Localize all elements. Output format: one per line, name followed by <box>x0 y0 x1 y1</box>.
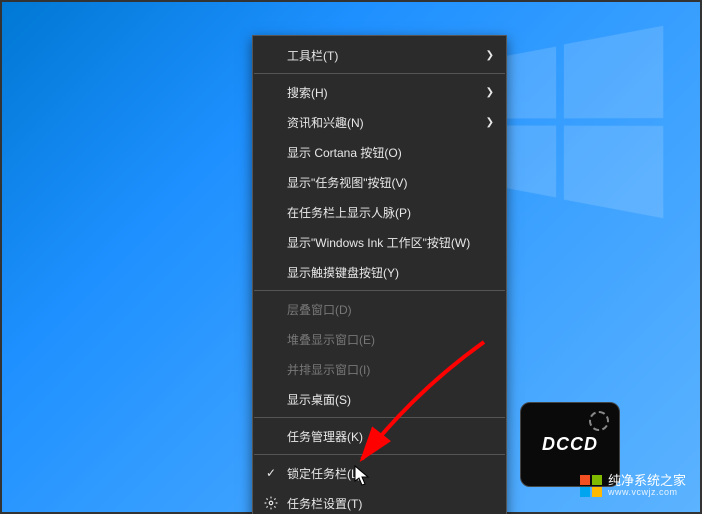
menu-taskbar-settings[interactable]: 任务栏设置(T) <box>253 488 506 514</box>
menu-label: 层叠窗口(D) <box>287 301 352 318</box>
menu-label: 堆叠显示窗口(E) <box>287 331 375 348</box>
chevron-right-icon: ❯ <box>486 87 494 98</box>
gear-icon <box>263 496 279 510</box>
menu-show-desktop[interactable]: 显示桌面(S) <box>253 384 506 414</box>
menu-show-task-view[interactable]: 显示"任务视图"按钮(V) <box>253 167 506 197</box>
menu-task-manager[interactable]: 任务管理器(K) <box>253 421 506 451</box>
menu-label: 资讯和兴趣(N) <box>287 114 364 131</box>
menu-label: 工具栏(T) <box>287 47 338 64</box>
watermark-title: 纯净系统之家 <box>608 474 686 488</box>
menu-label: 显示"任务视图"按钮(V) <box>287 174 408 191</box>
watermark: 纯净系统之家 www.vcwjz.com <box>580 474 686 498</box>
menu-news-interests[interactable]: 资讯和兴趣(N) ❯ <box>253 107 506 137</box>
watermark-url: www.vcwjz.com <box>608 488 686 498</box>
menu-separator <box>254 417 505 418</box>
menu-search[interactable]: 搜索(H) ❯ <box>253 77 506 107</box>
menu-label: 锁定任务栏(L) <box>287 465 362 482</box>
menu-label: 在任务栏上显示人脉(P) <box>287 204 411 221</box>
menu-show-people[interactable]: 在任务栏上显示人脉(P) <box>253 197 506 227</box>
watermark-logo-icon <box>580 475 602 497</box>
menu-label: 并排显示窗口(I) <box>287 361 370 378</box>
gear-decoration-icon <box>589 411 609 431</box>
menu-separator <box>254 454 505 455</box>
menu-side-by-side: 并排显示窗口(I) <box>253 354 506 384</box>
menu-toolbars[interactable]: 工具栏(T) ❯ <box>253 40 506 70</box>
menu-show-touch-keyboard[interactable]: 显示触摸键盘按钮(Y) <box>253 257 506 287</box>
taskbar-context-menu: 工具栏(T) ❯ 搜索(H) ❯ 资讯和兴趣(N) ❯ 显示 Cortana 按… <box>252 35 507 514</box>
menu-label: 显示触摸键盘按钮(Y) <box>287 264 399 281</box>
menu-separator <box>254 73 505 74</box>
app-icon-label: DCCD <box>542 434 598 455</box>
menu-show-ink-workspace[interactable]: 显示"Windows Ink 工作区"按钮(W) <box>253 227 506 257</box>
menu-label: 任务栏设置(T) <box>287 495 362 512</box>
chevron-right-icon: ❯ <box>486 50 494 61</box>
menu-cascade-windows: 层叠窗口(D) <box>253 294 506 324</box>
menu-separator <box>254 290 505 291</box>
menu-lock-taskbar[interactable]: 锁定任务栏(L) <box>253 458 506 488</box>
menu-label: 显示桌面(S) <box>287 391 351 408</box>
menu-label: 搜索(H) <box>287 84 328 101</box>
menu-stack-windows: 堆叠显示窗口(E) <box>253 324 506 354</box>
desktop-background[interactable]: 工具栏(T) ❯ 搜索(H) ❯ 资讯和兴趣(N) ❯ 显示 Cortana 按… <box>0 0 702 514</box>
check-icon <box>263 466 279 480</box>
menu-show-cortana[interactable]: 显示 Cortana 按钮(O) <box>253 137 506 167</box>
menu-label: 显示 Cortana 按钮(O) <box>287 144 402 161</box>
menu-label: 任务管理器(K) <box>287 428 363 445</box>
menu-label: 显示"Windows Ink 工作区"按钮(W) <box>287 234 470 251</box>
chevron-right-icon: ❯ <box>486 117 494 128</box>
